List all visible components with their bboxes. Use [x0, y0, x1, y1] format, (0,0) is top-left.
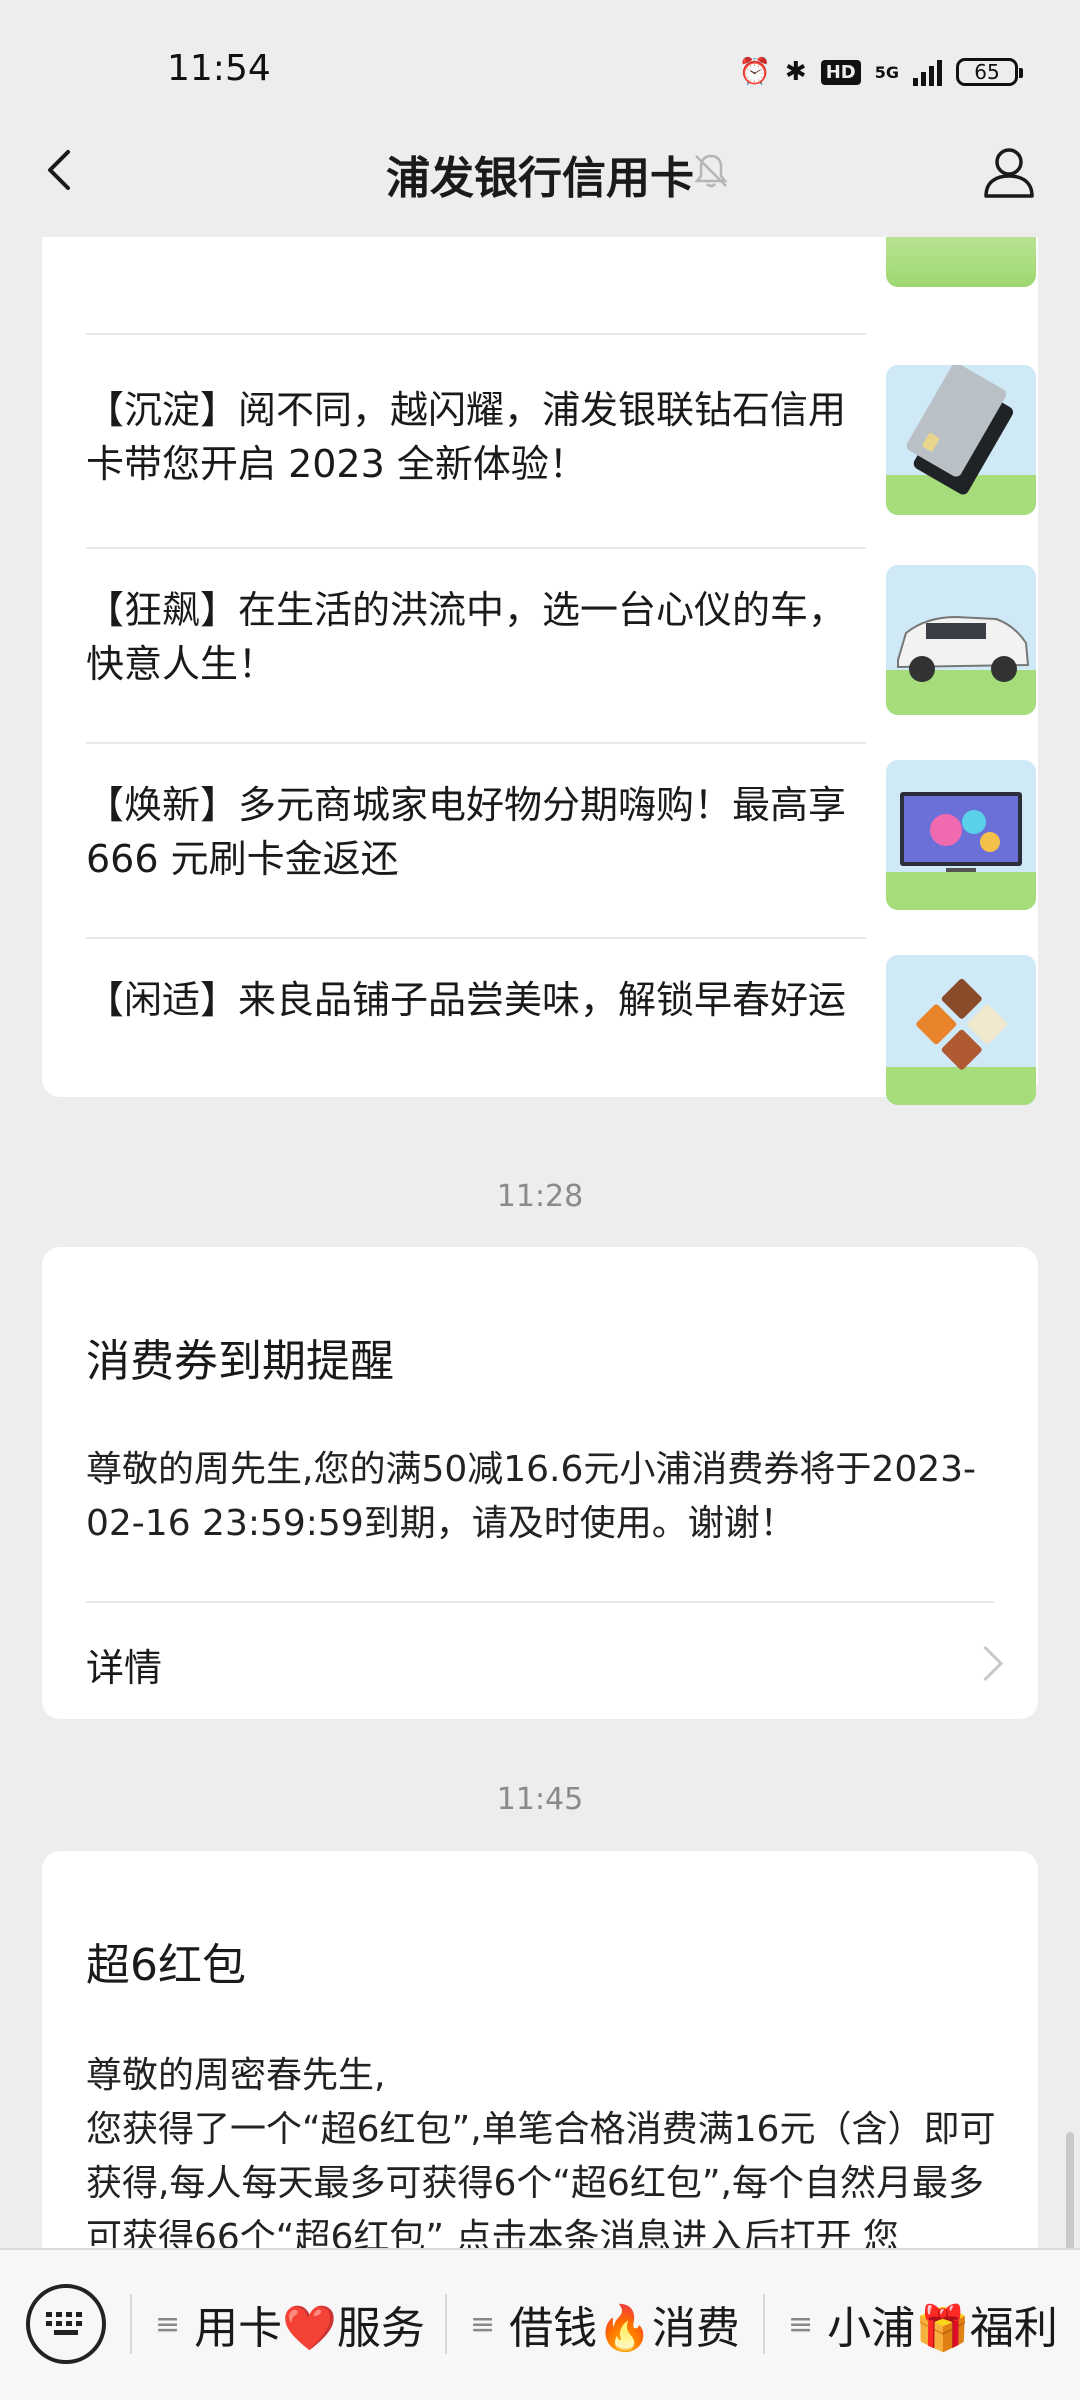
details-link[interactable]: 详情 — [86, 1637, 162, 1692]
battery-icon: 65 — [956, 58, 1023, 86]
message-timestamp: 11:28 — [496, 1179, 584, 1214]
menu-card-service[interactable]: ≡ 用卡❤️服务 — [155, 2284, 425, 2364]
news-thumbnail[interactable] — [886, 237, 1036, 287]
news-item[interactable]: 【狂飙】在生活的洪流中，选一台心仪的车，快意人生！ — [86, 565, 1036, 725]
bottom-menu-bar: ≡ 用卡❤️服务 ≡ 借钱🔥消费 ≡ 小浦🎁福利 — [0, 2248, 1080, 2400]
divider — [86, 1601, 994, 1603]
message-list[interactable]: 【沉淀】阅不同，越闪耀，浦发银联钻石信用卡带您开启 2023 全新体验！ 【狂飙… — [0, 237, 1080, 2249]
tv-thumbnail — [886, 760, 1036, 910]
network-type: 5G — [874, 62, 899, 82]
news-item-text: 【焕新】多元商城家电好物分期嗨购！最高享 666 元刷卡金返还 — [86, 783, 847, 881]
message-body: 您获得了一个“超6红包”,单笔合格消费满16元（含）即可获得,每人每天最多可获得… — [86, 2109, 996, 2249]
message-greeting: 尊敬的周密春先生, — [86, 2055, 386, 2096]
credit-card-thumbnail — [886, 365, 1036, 515]
menu-xiaopu-welfare[interactable]: ≡ 小浦🎁福利 — [788, 2284, 1058, 2364]
divider — [86, 547, 866, 549]
menu-label: 借钱🔥消费 — [509, 2303, 740, 2354]
chat-header: 浦发银行信用卡 — [0, 100, 1080, 237]
page-title: 浦发银行信用卡 — [386, 153, 694, 204]
status-icons: ⏰ ✱ HD 5G 65 — [738, 50, 1023, 94]
news-item-text: 【闲适】来良品铺子品尝美味，解锁早春好运 — [86, 978, 847, 1022]
red-packet-card[interactable]: 超6红包 尊敬的周密春先生, 您获得了一个“超6红包”,单笔合格消费满16元（含… — [42, 1851, 1038, 2249]
news-item[interactable]: 【沉淀】阅不同，越闪耀，浦发银联钻石信用卡带您开启 2023 全新体验！ — [86, 365, 1036, 525]
bluetooth-icon: ✱ — [784, 57, 807, 87]
news-item[interactable]: 【焕新】多元商城家电好物分期嗨购！最高享 666 元刷卡金返还 — [86, 760, 1036, 920]
divider — [86, 333, 866, 335]
divider — [445, 2294, 447, 2354]
menu-loan-consume[interactable]: ≡ 借钱🔥消费 — [470, 2284, 740, 2364]
menu-lines-icon: ≡ — [155, 2306, 181, 2342]
news-card: 【沉淀】阅不同，越闪耀，浦发银联钻石信用卡带您开启 2023 全新体验！ 【狂飙… — [42, 237, 1038, 1105]
menu-label: 小浦🎁福利 — [827, 2303, 1058, 2354]
message-timestamp: 11:45 — [496, 1782, 584, 1817]
divider — [86, 937, 866, 939]
menu-label: 用卡❤️服务 — [194, 2303, 425, 2354]
mute-bell-icon — [694, 154, 728, 188]
battery-level: 65 — [974, 60, 1000, 84]
scrollbar[interactable] — [1066, 2132, 1074, 2249]
message-title: 超6红包 — [86, 1940, 246, 1991]
car-thumbnail — [886, 565, 1036, 715]
keyboard-icon[interactable] — [26, 2284, 106, 2364]
divider — [86, 742, 866, 744]
status-time: 11:54 — [167, 48, 271, 89]
news-item-text: 【沉淀】阅不同，越闪耀，浦发银联钻石信用卡带您开启 2023 全新体验！ — [86, 388, 847, 486]
divider — [130, 2294, 132, 2354]
alarm-icon: ⏰ — [738, 57, 771, 87]
hd-badge: HD — [820, 59, 861, 85]
message-title: 消费券到期提醒 — [86, 1336, 394, 1387]
profile-icon[interactable] — [980, 142, 1038, 200]
coupon-expiry-card[interactable]: 消费券到期提醒 尊敬的周先生,您的满50减16.6元小浦消费券将于2023-02… — [42, 1247, 1038, 1719]
chevron-right-icon — [967, 1645, 1004, 1682]
news-item[interactable]: 【闲适】来良品铺子品尝美味，解锁早春好运 — [86, 955, 1036, 1115]
signal-icon — [913, 58, 942, 86]
menu-lines-icon: ≡ — [788, 2306, 814, 2342]
message-body: 尊敬的周先生,您的满50减16.6元小浦消费券将于2023-02-16 23:5… — [86, 1449, 977, 1544]
menu-lines-icon: ≡ — [470, 2306, 496, 2342]
snacks-thumbnail — [886, 955, 1036, 1105]
news-item-text: 【狂飙】在生活的洪流中，选一台心仪的车，快意人生！ — [86, 588, 847, 686]
divider — [763, 2294, 765, 2354]
